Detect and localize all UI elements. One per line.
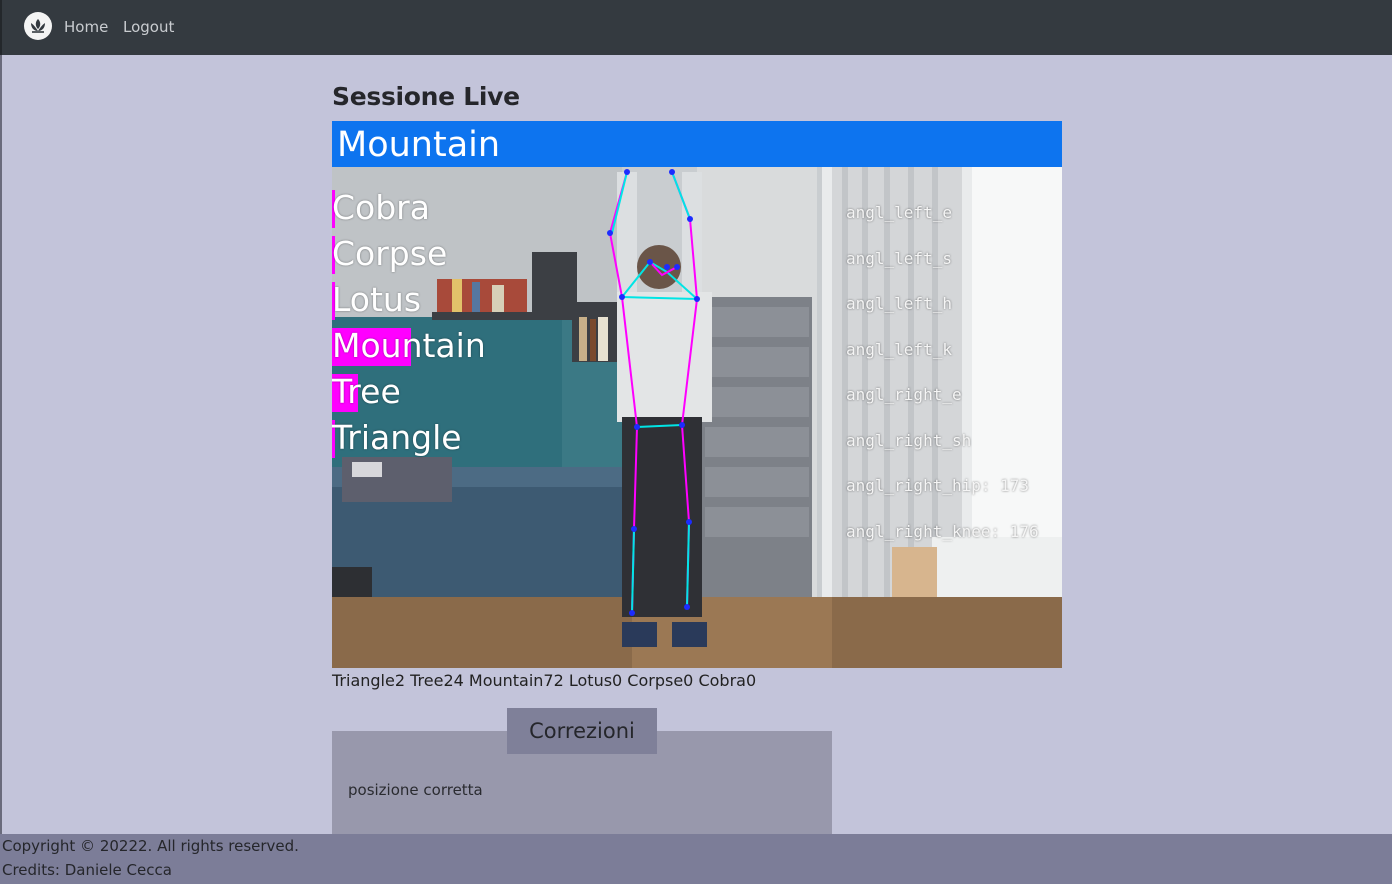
pose-label: Cobra — [332, 188, 430, 227]
pose-label: Corpse — [332, 234, 448, 273]
pose-label: Mountain — [332, 326, 486, 365]
corrections-tab[interactable]: Correzioni — [507, 708, 657, 754]
nav-logout-link[interactable]: Logout — [123, 18, 174, 36]
joint-angle-label: angl_left_k — [846, 340, 952, 359]
current-pose-label: Mountain — [337, 125, 501, 165]
correction-message: posizione corretta — [348, 781, 483, 799]
joint-angle-label: angl_left_s — [846, 249, 952, 268]
lotus-logo-icon[interactable] — [24, 12, 52, 40]
joint-angle-label: angl_right_knee: 176 — [846, 522, 1039, 541]
page-footer: Copyright © 20222. All rights reserved. … — [0, 834, 1392, 884]
pose-label: Lotus — [332, 280, 422, 319]
joint-angle-label: angl_right_e — [846, 385, 962, 404]
current-pose-header: Mountain — [332, 121, 1062, 167]
joint-angle-label: angl_left_h — [846, 294, 952, 313]
footer-copyright: Copyright © 20222. All rights reserved. — [2, 837, 299, 855]
page-title: Sessione Live — [332, 82, 520, 111]
nav-home-link[interactable]: Home — [64, 18, 108, 36]
joint-angle-label: angl_right_sh — [846, 431, 972, 450]
pose-scores-text: Triangle2 Tree24 Mountain72 Lotus0 Corps… — [332, 671, 757, 690]
joint-angle-label: angl_right_hip: 173 — [846, 476, 1030, 495]
footer-credits: Credits: Daniele Cecca — [2, 861, 172, 879]
pose-label: Triangle — [332, 418, 462, 457]
top-navbar: Home Logout — [0, 0, 1392, 55]
joint-angle-label: angl_left_e — [846, 203, 952, 222]
live-video-feed: Mountain Cobra Corpse Lotus Mountain Tre… — [332, 121, 1062, 668]
pose-label: Tree — [332, 372, 401, 411]
